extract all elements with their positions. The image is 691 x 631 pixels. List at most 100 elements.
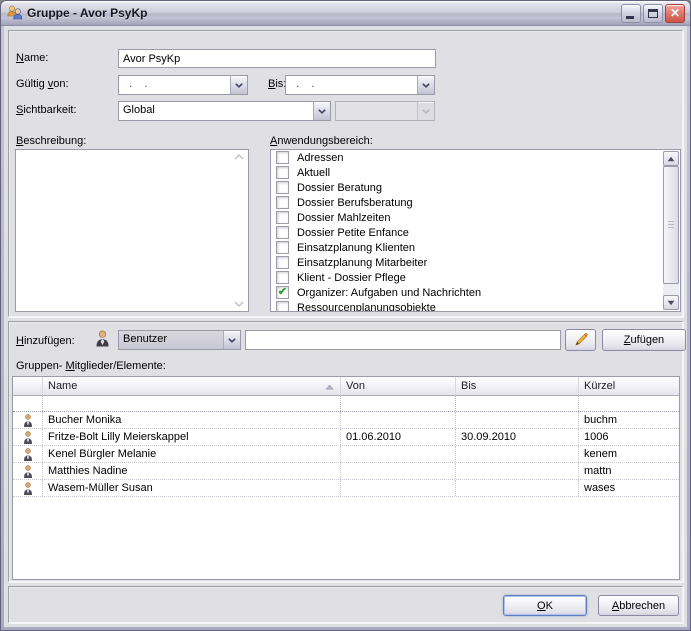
window-title: Gruppe - Avor PsyKp — [27, 6, 147, 20]
scope-list-item[interactable]: Aktuell — [271, 165, 663, 180]
close-button[interactable]: ✕ — [665, 4, 685, 23]
pencil-icon — [573, 332, 589, 348]
visibility-label: Sichtbarkeit: — [16, 104, 77, 116]
cell-name: Fritze-Bolt Lilly Meierskappel — [43, 429, 341, 445]
cell-von — [341, 412, 456, 428]
header-kuerzel[interactable]: Kürzel — [579, 377, 679, 396]
checkbox[interactable] — [276, 211, 289, 224]
checkbox[interactable] — [276, 256, 289, 269]
checkbox[interactable] — [276, 271, 289, 284]
maximize-icon — [648, 9, 658, 18]
checkbox-label: Aktuell — [297, 167, 330, 179]
checkbox[interactable]: ✔ — [276, 286, 289, 299]
header-von[interactable]: Von — [341, 377, 456, 396]
chevron-down-icon[interactable] — [230, 76, 247, 94]
checkbox[interactable] — [276, 196, 289, 209]
user-icon — [23, 482, 33, 495]
group-details-panel: Name: Gültig von: . . Bis: . . Sichtbark… — [8, 30, 683, 317]
checkbox-label: Einsatzplanung Mitarbeiter — [297, 257, 427, 269]
chevron-down-icon[interactable] — [313, 102, 330, 120]
checkbox[interactable] — [276, 166, 289, 179]
bis-label: Bis: — [268, 78, 286, 90]
valid-from-label: Gültig von: — [16, 78, 69, 90]
checkbox[interactable] — [276, 301, 289, 311]
visibility-secondary-combobox — [335, 101, 435, 121]
table-header-row: Name Von Bis Kürzel — [13, 377, 679, 396]
header-bis[interactable]: Bis — [456, 377, 579, 396]
checkbox[interactable] — [276, 241, 289, 254]
checkbox[interactable] — [276, 226, 289, 239]
user-icon — [23, 414, 33, 427]
members-panel: Hinzufügen: Benutzer Zufüg — [8, 321, 683, 582]
scope-list-item[interactable]: Dossier Petite Enfance — [271, 225, 663, 240]
maximize-button[interactable] — [643, 4, 663, 23]
checkbox-label: Einsatzplanung Klienten — [297, 242, 415, 254]
checkbox[interactable] — [276, 181, 289, 194]
ok-button[interactable]: OK — [503, 595, 587, 616]
cell-name: Bucher Monika — [43, 412, 341, 428]
checkbox-label: Adressen — [297, 152, 343, 164]
bis-combobox[interactable]: . . — [285, 75, 435, 95]
members-label: Gruppen- Mitglieder/Elemente: — [16, 360, 166, 372]
table-row[interactable]: Bucher Monika buchm — [13, 412, 679, 429]
scope-list-item[interactable]: Adressen — [271, 150, 663, 165]
user-icon — [23, 448, 33, 461]
table-row[interactable]: Wasem-Müller Susan wases — [13, 480, 679, 497]
description-textarea[interactable] — [15, 149, 249, 312]
scope-list-item[interactable]: Einsatzplanung Klienten — [271, 240, 663, 255]
dialog-content: Name: Gültig von: . . Bis: . . Sichtbark… — [4, 26, 687, 627]
checkbox[interactable] — [276, 151, 289, 164]
description-label: Beschreibung: — [16, 135, 86, 147]
valid-from-combobox[interactable]: . . — [118, 75, 248, 95]
scroll-up-button[interactable] — [663, 151, 679, 166]
minimize-button[interactable] — [621, 4, 641, 23]
scope-list-item[interactable]: Einsatzplanung Mitarbeiter — [271, 255, 663, 270]
cell-kuerzel: mattn — [579, 463, 679, 479]
scrollbar-thumb[interactable] — [663, 166, 679, 284]
titlebar[interactable]: Gruppe - Avor PsyKp ✕ — [1, 1, 690, 26]
footer-panel: OK Abbrechen — [8, 586, 683, 623]
scope-list-item[interactable]: Klient - Dossier Pflege — [271, 270, 663, 285]
checkbox-label: Dossier Berufsberatung — [297, 197, 413, 209]
add-type-combobox[interactable]: Benutzer — [118, 330, 241, 350]
group-users-icon — [7, 5, 23, 21]
table-row[interactable]: Matthies Nadine mattn — [13, 463, 679, 480]
scope-label: Anwendungsbereich: — [270, 135, 373, 147]
close-icon: ✕ — [670, 6, 680, 20]
chevron-down-icon[interactable] — [417, 76, 434, 94]
dialog-window: Gruppe - Avor PsyKp ✕ Name: Gültig von: … — [0, 0, 691, 631]
chevron-down-icon[interactable] — [223, 331, 240, 349]
add-search-input[interactable] — [245, 330, 561, 350]
sort-ascending-icon — [325, 384, 334, 390]
table-filter-row[interactable] — [13, 396, 679, 412]
cancel-button[interactable]: Abbrechen — [598, 595, 679, 616]
window-frame: Name: Gültig von: . . Bis: . . Sichtbark… — [1, 26, 690, 630]
scope-list-item[interactable]: Dossier Mahlzeiten — [271, 210, 663, 225]
scope-list-item[interactable]: Ressourcenplanungsobjekte — [271, 300, 663, 311]
scope-list: Adressen Aktuell Dossier Beratung Dossie… — [271, 150, 663, 311]
name-label: Name: — [16, 52, 48, 64]
scroll-down-button[interactable] — [663, 295, 679, 310]
visibility-combobox[interactable]: Global — [118, 101, 331, 121]
members-table[interactable]: Name Von Bis Kürzel — [12, 376, 680, 580]
scope-list-item[interactable]: Dossier Beratung — [271, 180, 663, 195]
cell-name: Matthies Nadine — [43, 463, 341, 479]
cell-bis — [456, 463, 579, 479]
table-row[interactable]: Fritze-Bolt Lilly Meierskappel 01.06.201… — [13, 429, 679, 446]
scope-listbox[interactable]: Adressen Aktuell Dossier Beratung Dossie… — [270, 149, 681, 312]
add-label: Hinzufügen: — [16, 335, 75, 347]
name-input[interactable] — [118, 49, 436, 68]
cell-kuerzel: buchm — [579, 412, 679, 428]
scope-scrollbar[interactable] — [663, 151, 679, 310]
header-icon-column[interactable] — [13, 377, 43, 396]
scope-list-item[interactable]: ✔ Organizer: Aufgaben und Nachrichten — [271, 285, 663, 300]
scope-list-item[interactable]: Dossier Berufsberatung — [271, 195, 663, 210]
add-button[interactable]: Zufügen — [602, 329, 686, 351]
user-icon — [23, 431, 33, 444]
table-row[interactable]: Kenel Bürgler Melanie kenem — [13, 446, 679, 463]
edit-button[interactable] — [565, 329, 596, 351]
header-name[interactable]: Name — [43, 377, 341, 396]
cell-name: Wasem-Müller Susan — [43, 480, 341, 496]
cell-von — [341, 480, 456, 496]
cell-kuerzel: wases — [579, 480, 679, 496]
